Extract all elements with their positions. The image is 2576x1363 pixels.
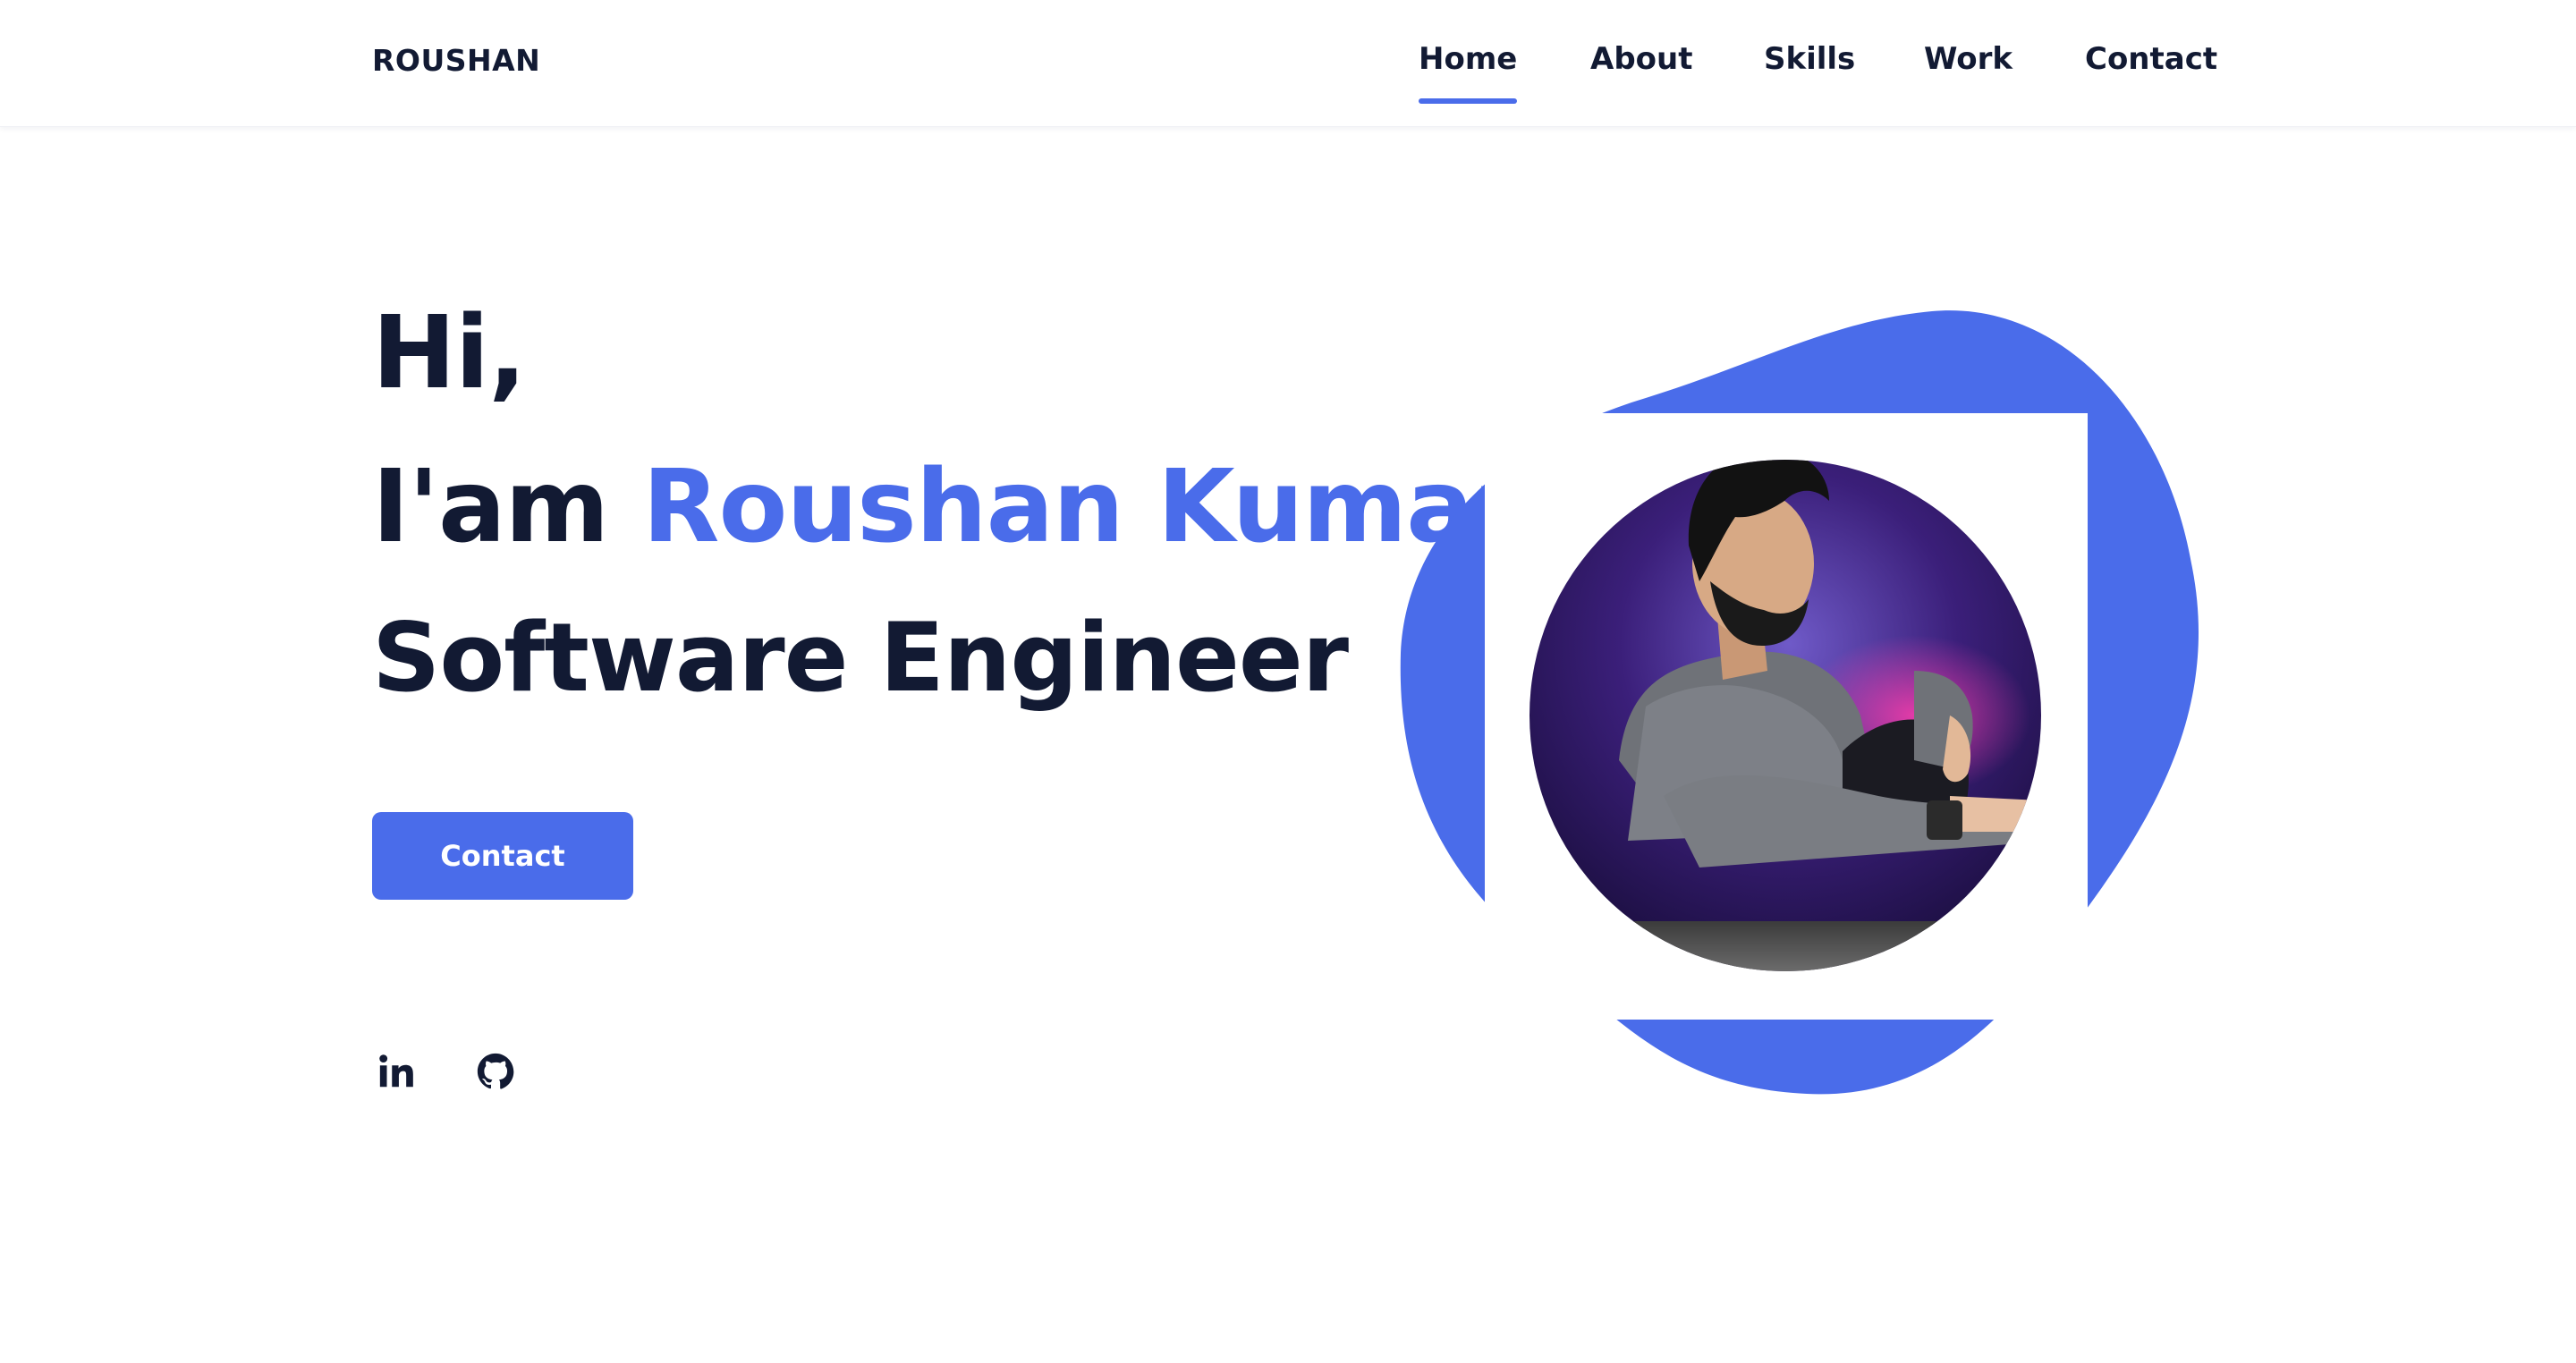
hero-intro-prefix: I'am bbox=[372, 449, 609, 565]
main-nav: Home About Skills Work Contact bbox=[0, 41, 2576, 104]
hero-greeting: Hi, bbox=[372, 295, 527, 411]
hero-image-area bbox=[1377, 295, 2218, 1118]
hero-blob-illustration bbox=[1400, 310, 2199, 1095]
github-icon bbox=[477, 1053, 514, 1089]
linkedin-icon bbox=[379, 1054, 413, 1088]
github-link[interactable] bbox=[470, 1046, 521, 1096]
contact-button[interactable]: Contact bbox=[372, 812, 633, 900]
nav-work[interactable]: Work bbox=[1924, 41, 2012, 77]
nav-skills[interactable]: Skills bbox=[1764, 41, 1855, 77]
hero-role: Software Engineer bbox=[372, 603, 1349, 713]
nav-home[interactable]: Home bbox=[1419, 41, 1518, 104]
nav-about[interactable]: About bbox=[1590, 41, 1692, 77]
linkedin-link[interactable] bbox=[372, 1046, 422, 1096]
site-header: ROUSHAN Home About Skills Work Contact bbox=[0, 0, 2576, 127]
nav-contact[interactable]: Contact bbox=[2085, 41, 2217, 77]
hero-intro: I'am Roushan Kumar bbox=[372, 449, 1522, 565]
